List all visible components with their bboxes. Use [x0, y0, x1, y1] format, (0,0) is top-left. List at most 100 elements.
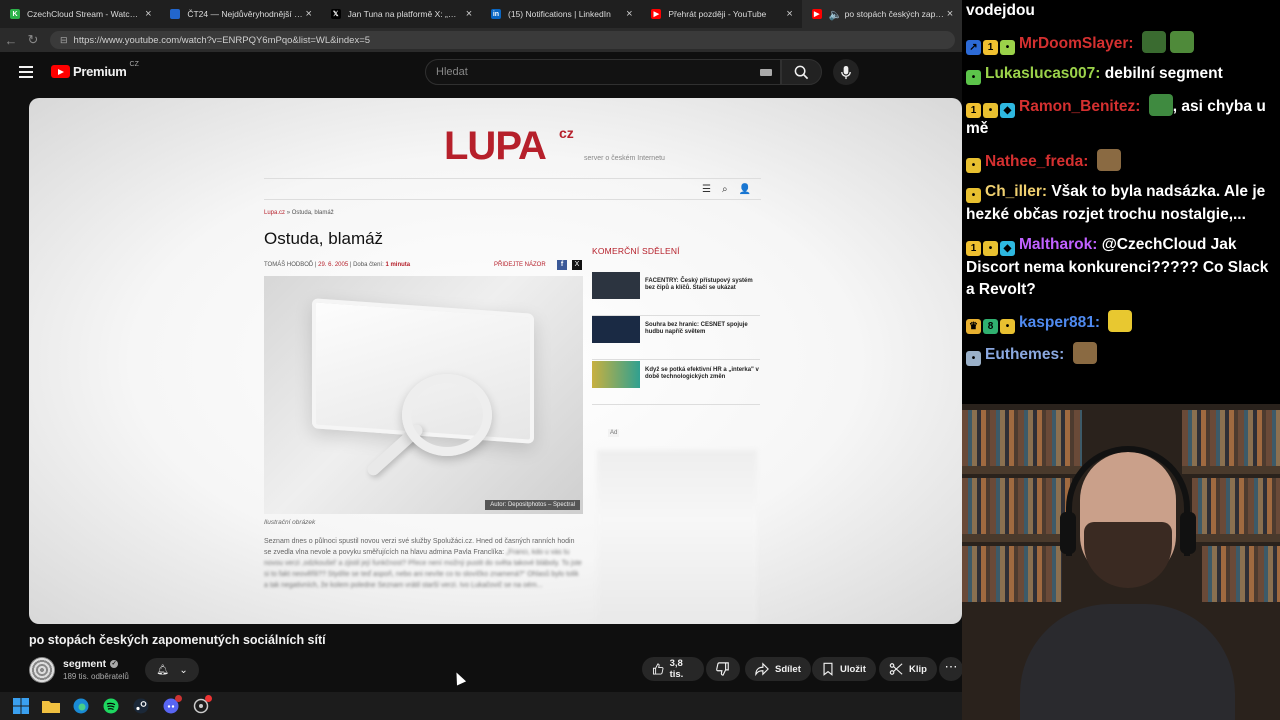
voice-search-button[interactable]: [833, 59, 859, 85]
url-field[interactable]: ⊟ https://www.youtube.com/watch?v=ENRPQY6…: [50, 31, 955, 49]
site-info-icon[interactable]: ⊟: [60, 35, 68, 46]
country-code: CZ: [129, 61, 139, 68]
chat-badge-icon: •: [966, 351, 981, 366]
chat-badge-icon: •: [1000, 39, 1015, 55]
chat-username[interactable]: Ch_iller: [985, 183, 1042, 200]
commercial-heading: KOMERČNÍ SDĚLENÍ: [592, 246, 680, 256]
chat-username[interactable]: MrDoomSlayer: [1019, 35, 1128, 52]
browser-tab-strip: KCzechCloud Stream - Watch Live o× ČT24 …: [0, 0, 962, 28]
clip-button[interactable]: Klip: [879, 657, 937, 681]
chat-message: ↗ 1 • MrDoomSlayer:: [966, 30, 1276, 56]
chat-username[interactable]: Euthemes: [985, 346, 1059, 363]
windows-start-icon[interactable]: [12, 697, 30, 715]
back-icon[interactable]: ←: [0, 33, 22, 48]
chat-badge-icon: 8: [983, 318, 998, 334]
bookshelf-books: [1192, 478, 1280, 534]
chat-emote-icon: [1141, 30, 1166, 53]
tab-title: Přehrát později - YouTube: [668, 9, 767, 19]
search-input[interactable]: Hledat: [425, 59, 781, 85]
logo-text: Premium: [73, 64, 127, 79]
keyboard-icon[interactable]: [760, 69, 772, 76]
commercial-text: Souhra bez hranic: CESNET spojuje hudbu …: [645, 322, 748, 335]
bookshelf-books: [962, 410, 1082, 466]
more-actions-icon[interactable]: ⋯: [939, 657, 963, 681]
like-count: 3,8 tis.: [669, 658, 684, 680]
chat-message: • Lukaslucas007: debilní segment: [966, 63, 1276, 86]
commercial-item: Souhra bez hranic: CESNET spojuje hudbu …: [592, 316, 760, 360]
app-icon[interactable]: [192, 695, 212, 715]
add-opinion-link: PŘIDEJTE NÁZOR: [494, 262, 546, 268]
menu-icon: ☰: [701, 184, 711, 195]
channel-name[interactable]: segment ✓: [63, 658, 119, 670]
browser-tab[interactable]: ČT24 — Nejdůvěryhodnější zpravo×: [160, 0, 320, 28]
tab-close-icon[interactable]: ×: [784, 8, 796, 20]
chat-username[interactable]: kasper881: [1019, 314, 1095, 331]
chat-username[interactable]: Maltharok: [1019, 236, 1092, 253]
tab-close-icon[interactable]: ×: [303, 8, 315, 20]
file-explorer-icon[interactable]: [42, 697, 60, 715]
headset-earcup: [1060, 512, 1076, 554]
chat-separator: :: [1083, 152, 1093, 170]
chat-separator: :: [1095, 65, 1105, 82]
like-button[interactable]: 3,8 tis.: [642, 657, 704, 681]
lupa-navbar: ☰ ⌕ 👤: [264, 178, 761, 200]
chat-username[interactable]: Ramon_Benitez: [1019, 98, 1135, 115]
notification-dot: [175, 695, 182, 702]
share-button[interactable]: Sdílet: [745, 657, 811, 681]
browser-tab[interactable]: ▶ Přehrát později - YouTube ×: [641, 0, 801, 28]
search-icon: [794, 65, 809, 79]
steam-icon[interactable]: [132, 697, 150, 715]
edge-browser-icon[interactable]: [72, 697, 90, 715]
url-text: https://www.youtube.com/watch?v=ENRPQY6m…: [73, 34, 371, 46]
tab-favicon-icon: in: [490, 9, 501, 19]
save-button[interactable]: Uložit: [812, 657, 876, 681]
article-date: 29. 6. 2005: [318, 262, 349, 268]
thumbs-up-icon: [652, 663, 664, 675]
lupa-article-page: LUPA cz server o českém Internetu ☰ ⌕ 👤 Lu…: [264, 98, 761, 624]
youtube-premium-logo[interactable]: Premium CZ: [51, 61, 139, 79]
microphone-icon: [841, 65, 851, 79]
tab-close-icon[interactable]: ×: [944, 8, 956, 20]
browser-tab[interactable]: 𝕏 Jan Tuna na platformě X: „MIMOŘ×: [321, 0, 481, 28]
browser-tab-active[interactable]: ▶ 🔈po stopách českých zapomenutýc×: [801, 0, 962, 28]
read-time-label: Doba čtení:: [353, 262, 384, 268]
lupa-tagline: server o českém Internetu: [584, 155, 665, 162]
chat-message: ♛ 8 • kasper881:: [966, 309, 1276, 335]
chat-username[interactable]: Lukaslucas007: [985, 65, 1095, 82]
tab-close-icon[interactable]: ×: [463, 8, 475, 20]
tab-close-icon[interactable]: ×: [623, 8, 635, 20]
image-credit: Autor: Depositphotos – Spectral: [485, 500, 580, 510]
chat-badge-icon: 1: [983, 39, 998, 55]
notifications-button[interactable]: 🔔︎ ⌄: [145, 658, 199, 682]
bookshelf-books: [962, 478, 1072, 534]
channel-avatar[interactable]: [29, 657, 55, 683]
commercial-text: Když se potká efektivní HR a „interka" v…: [645, 367, 759, 380]
chat-separator: :: [1041, 183, 1052, 200]
tab-favicon-icon: K: [10, 9, 20, 19]
reload-icon[interactable]: ↻: [22, 32, 44, 48]
chat-separator: :: [1059, 346, 1069, 363]
tab-audio-icon[interactable]: 🔈: [829, 8, 843, 21]
tab-title: po stopách českých zapomenutýc: [844, 9, 944, 19]
chat-separator: :: [1094, 313, 1105, 331]
commercial-item: FACENTRY: Český přístupový systém bez či…: [592, 272, 760, 316]
hamburger-menu-icon[interactable]: [19, 66, 33, 78]
chat-message: • Euthemes:: [966, 342, 1276, 367]
share-label: Sdílet: [775, 663, 801, 675]
video-player[interactable]: LUPA cz server o českém Internetu ☰ ⌕ 👤 Lu…: [29, 98, 962, 624]
discord-icon[interactable]: [162, 695, 182, 715]
windows-taskbar: [0, 692, 962, 720]
webcam-feed: [962, 404, 1280, 720]
dislike-button[interactable]: [706, 657, 740, 681]
chat-emote-icon: [1169, 30, 1194, 53]
chat-message: • Nathee_freda:: [966, 148, 1276, 174]
spotify-icon[interactable]: [102, 697, 120, 715]
clip-label: Klip: [909, 663, 927, 675]
chat-username[interactable]: Nathee_freda: [985, 153, 1083, 170]
search-button[interactable]: [781, 59, 822, 85]
tab-close-icon[interactable]: ×: [142, 8, 154, 20]
tab-title: ČT24 — Nejdůvěryhodnější zpravo: [187, 9, 303, 19]
verified-icon: ✓: [110, 660, 119, 668]
browser-tab[interactable]: in (15) Notifications | LinkedIn ×: [481, 0, 641, 28]
browser-tab[interactable]: K CzechCloud Stream - Watch Live o×: [0, 0, 160, 28]
